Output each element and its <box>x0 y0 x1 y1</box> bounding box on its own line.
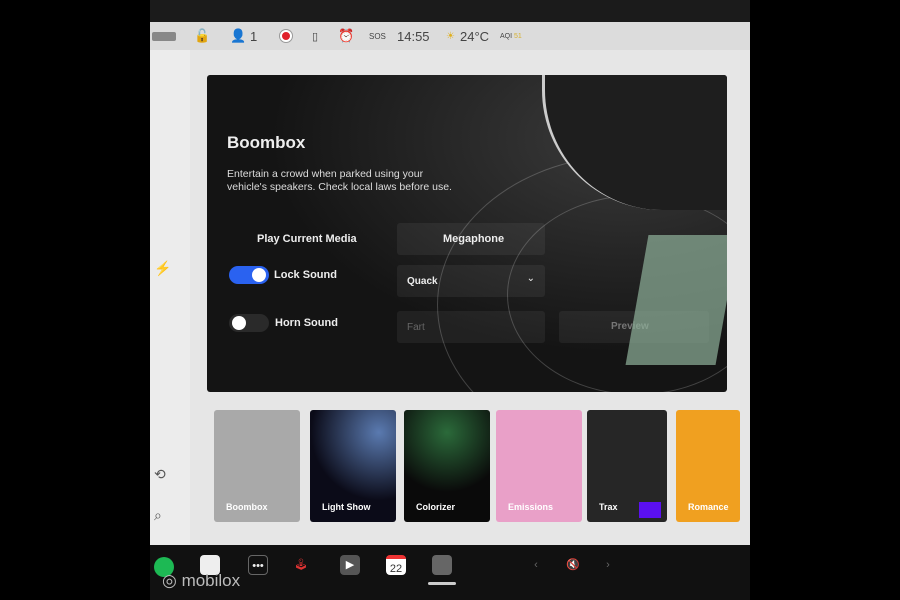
toybox-icon[interactable] <box>432 555 452 575</box>
horn-sound-value: Fart <box>407 322 425 333</box>
lock-sound-toggle[interactable] <box>229 266 269 284</box>
active-indicator <box>428 582 456 585</box>
calendar-icon[interactable]: 22 <box>386 555 406 575</box>
tile-trax[interactable]: Trax <box>587 410 667 522</box>
megaphone-label: Megaphone <box>443 233 505 245</box>
chevron-right-icon[interactable]: › <box>598 555 618 575</box>
tile-emissions[interactable]: Emissions <box>496 410 582 522</box>
side-panel: ⚡ ⟲ ⌕ <box>150 50 190 545</box>
lock-sound-value: Quack <box>407 276 438 287</box>
lock-sound-label: Lock Sound <box>274 269 337 281</box>
more-icon[interactable]: ••• <box>248 555 268 575</box>
boombox-card: Boombox Entertain a crowd when parked us… <box>207 75 727 392</box>
horn-sound-toggle[interactable] <box>229 314 269 332</box>
chevron-left-icon[interactable]: ‹ <box>526 555 546 575</box>
aqi-label: AQI <box>500 32 513 40</box>
tile-light-show[interactable]: Light Show <box>310 410 396 522</box>
volume-mute-icon[interactable]: 🔇 <box>558 555 588 575</box>
user-count: 1 <box>250 28 258 44</box>
driver-profile-icon[interactable]: 👤 <box>230 28 246 44</box>
tile-colorizer[interactable]: Colorizer <box>404 410 490 522</box>
alarm-clock-icon[interactable]: ⏰ <box>338 28 354 44</box>
chevron-down-icon: ⌄ <box>526 273 535 284</box>
description: Entertain a crowd when parked using your… <box>227 168 452 193</box>
horn-sound-label: Horn Sound <box>275 317 338 329</box>
dock: ••• 🕹 ▶ 22 ‹ 🔇 › ◎ mobilox <box>150 545 750 600</box>
theater-icon[interactable]: ▶ <box>340 555 360 575</box>
battery-icon <box>152 32 176 41</box>
arcade-joystick-icon[interactable]: 🕹 <box>291 555 311 575</box>
horn-sound-select[interactable]: Fart <box>397 311 545 343</box>
aqi-value: 51 <box>514 32 522 40</box>
repeat-icon[interactable]: ⟲ <box>154 466 166 483</box>
page-title: Boombox <box>227 133 306 152</box>
screen: 🔓 👤 1 ▯ ⏰ SOS 14:55 ☀ 24°C AQI 51 ⚡ ⟲ ⌕ … <box>150 0 750 600</box>
clock-time: 14:55 <box>397 28 430 44</box>
play-current-media-button[interactable]: Play Current Media <box>257 233 357 245</box>
search-icon[interactable]: ⌕ <box>154 507 162 524</box>
lock-open-icon[interactable]: 🔓 <box>194 28 210 44</box>
dashcam-record-icon[interactable] <box>280 30 292 42</box>
weather-sun-icon: ☀ <box>446 30 455 42</box>
lightning-icon[interactable]: ⚡ <box>154 260 171 277</box>
lock-sound-select[interactable]: Quack ⌄ <box>397 265 545 297</box>
watermark-logo: ◎ mobilox <box>162 571 241 590</box>
tile-romance[interactable]: Romance <box>676 410 740 522</box>
phone-key-icon[interactable]: ▯ <box>312 30 318 43</box>
tile-boombox[interactable]: Boombox <box>214 410 300 522</box>
status-bar: 🔓 👤 1 ▯ ⏰ SOS 14:55 ☀ 24°C AQI 51 <box>150 22 750 50</box>
sos-icon[interactable]: SOS <box>369 32 386 41</box>
bezel <box>150 0 750 22</box>
temperature: 24°C <box>460 28 490 44</box>
